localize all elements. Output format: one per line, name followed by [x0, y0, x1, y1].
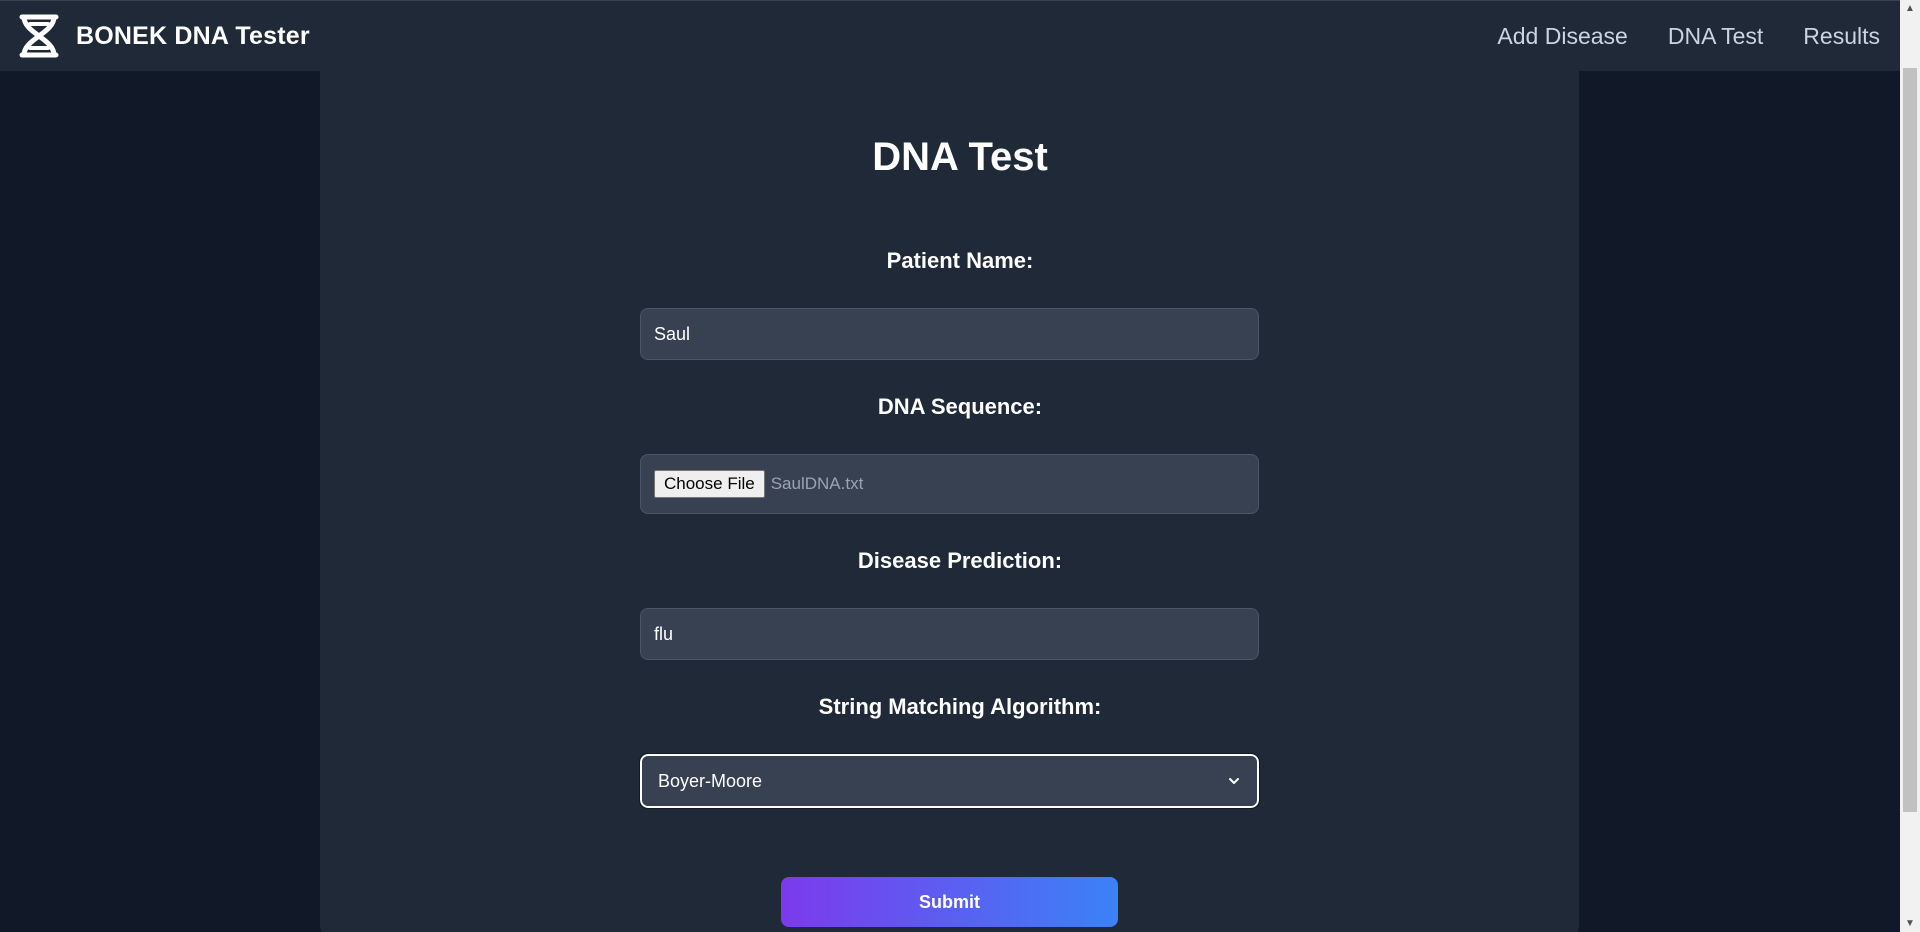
patient-name-label: Patient Name:: [886, 248, 1034, 273]
algorithm-selected-value: Boyer-Moore: [658, 770, 763, 791]
nav-add-disease[interactable]: Add Disease: [1497, 23, 1627, 50]
disease-prediction-value: flu: [654, 623, 674, 644]
submit-button[interactable]: Submit: [781, 877, 1118, 927]
nav-dna-test[interactable]: DNA Test: [1668, 23, 1763, 50]
disease-prediction-label: Disease Prediction:: [857, 548, 1063, 573]
vertical-scrollbar[interactable]: ▲ ▼: [1900, 0, 1920, 932]
algorithm-label: String Matching Algorithm:: [818, 694, 1102, 719]
scroll-down-arrow-icon[interactable]: ▼: [1900, 915, 1920, 932]
algorithm-select[interactable]: Boyer-Moore: [639, 753, 1260, 809]
patient-name-input[interactable]: Saul: [640, 308, 1259, 360]
scroll-up-arrow-icon[interactable]: ▲: [1900, 0, 1920, 17]
top-navbar: BONEK DNA Tester Add Disease DNA Test Re…: [0, 0, 1900, 71]
page-title: DNA Test: [872, 135, 1048, 179]
main-nav: Add Disease DNA Test Results: [1457, 23, 1880, 50]
dna-file-input[interactable]: Choose File SaulDNA.txt: [640, 454, 1259, 514]
chevron-down-icon: [1229, 778, 1239, 784]
disease-prediction-input[interactable]: flu: [640, 608, 1259, 660]
file-name: SaulDNA.txt: [770, 474, 864, 493]
choose-file-button[interactable]: Choose File: [654, 470, 765, 498]
dna-sequence-label: DNA Sequence:: [877, 394, 1043, 419]
patient-name-value: Saul: [654, 323, 691, 344]
brand-title: BONEK DNA Tester: [76, 21, 310, 50]
brand[interactable]: BONEK DNA Tester: [18, 13, 310, 59]
scroll-thumb[interactable]: [1903, 68, 1917, 812]
dna-icon: [19, 14, 59, 58]
nav-results[interactable]: Results: [1803, 23, 1880, 50]
